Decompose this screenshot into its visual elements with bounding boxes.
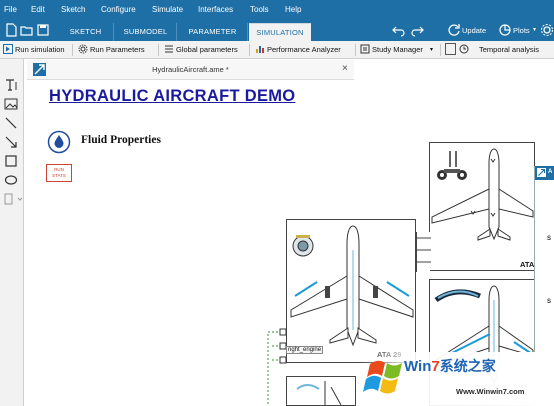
- document-title: HydraulicAircraft.ame *: [152, 65, 229, 74]
- engine-panel[interactable]: [286, 376, 356, 406]
- performance-analyzer-label: Performance Analyzer: [267, 45, 341, 54]
- document-window-titlebar: HydraulicAircraft.ame * ×: [27, 60, 354, 80]
- ata32-aircraft-panel[interactable]: ATA: [429, 142, 535, 271]
- menu-help[interactable]: Help: [285, 5, 301, 14]
- plots-button[interactable]: Plots: [513, 23, 530, 38]
- menu-interfaces[interactable]: Interfaces: [198, 5, 233, 14]
- temporal-toggle-icon[interactable]: [445, 43, 456, 55]
- side-label-2: S: [547, 299, 552, 305]
- connection-lines: [267, 328, 287, 406]
- update-button[interactable]: Update: [462, 23, 486, 38]
- ellipse-tool-icon[interactable]: [4, 173, 18, 187]
- menu-file[interactable]: File: [4, 5, 17, 14]
- run-simulation-label: Run simulation: [15, 45, 65, 54]
- tab-submodel[interactable]: SUBMODEL: [115, 23, 177, 41]
- landing-gear-aircraft-icon: [431, 148, 534, 241]
- watermark-seven: 7: [431, 358, 440, 375]
- tab-sketch[interactable]: SKETCH: [58, 23, 114, 41]
- temporal-analysis-button[interactable]: Temporal analysis: [459, 43, 539, 57]
- redo-icon[interactable]: [410, 23, 424, 37]
- list-icon: [165, 45, 173, 53]
- arrow-tool-icon[interactable]: [4, 135, 18, 149]
- open-folder-icon[interactable]: [20, 23, 34, 37]
- fluid-properties-icon[interactable]: [47, 130, 71, 154]
- tab-parameter[interactable]: PARAMETER: [178, 23, 248, 41]
- menu-edit[interactable]: Edit: [31, 5, 45, 14]
- side-subwindow-header: A: [535, 166, 554, 180]
- demo-title: HYDRAULIC AIRCRAFT DEMO: [49, 87, 296, 105]
- tab-simulation[interactable]: SIMULATION: [249, 23, 311, 41]
- run-stats-block[interactable]: RUN STATS: [46, 164, 72, 182]
- amesim-logo-icon: [537, 168, 546, 177]
- ata29-aircraft-panel[interactable]: ATA 29: [286, 219, 416, 363]
- global-parameters-button[interactable]: Global parameters: [164, 43, 238, 57]
- study-manager-dropdown-chevron-icon[interactable]: ▾: [430, 43, 433, 57]
- toolbar-divider: [355, 44, 356, 56]
- drawing-palette: [0, 59, 24, 406]
- settings-icon[interactable]: [540, 23, 554, 37]
- plots-icon[interactable]: [498, 23, 512, 37]
- plots-dropdown-chevron-icon[interactable]: ▾: [533, 23, 536, 38]
- clock-icon: [459, 44, 469, 54]
- run-parameters-label: Run Parameters: [90, 45, 145, 54]
- run-stats-line2: STATS: [52, 173, 66, 178]
- rectangle-tool-icon[interactable]: [4, 154, 18, 168]
- run-simulation-button[interactable]: Run simulation: [3, 43, 65, 57]
- simulation-toolbar: Run simulation Run Parameters Global par…: [0, 41, 554, 59]
- watermark-win: Win: [404, 358, 432, 375]
- aircraft-top-view-icon: [290, 225, 414, 347]
- toolbar-divider: [72, 44, 73, 56]
- ata32-label: ATA: [520, 260, 535, 269]
- menu-simulate[interactable]: Simulate: [152, 5, 183, 14]
- study-manager-label: Study Manager: [372, 45, 423, 54]
- side-subwindow-title: A: [548, 169, 553, 175]
- style-tool-icon[interactable]: [4, 192, 24, 206]
- menu-configure[interactable]: Configure: [101, 5, 136, 14]
- bar-chart-icon: [256, 46, 264, 53]
- right-engine-tag[interactable]: right_engine: [286, 346, 324, 354]
- study-manager-button[interactable]: Study Manager: [360, 43, 423, 57]
- global-parameters-label: Global parameters: [176, 45, 238, 54]
- watermark-url: Www.Winwin7.com: [456, 387, 525, 396]
- engine-icon: [296, 381, 342, 405]
- line-tool-icon[interactable]: [4, 116, 18, 130]
- image-tool-icon[interactable]: [4, 97, 18, 111]
- undo-icon[interactable]: [392, 23, 406, 37]
- run-parameters-button[interactable]: Run Parameters: [78, 43, 145, 57]
- study-icon: [360, 44, 370, 54]
- toolbar-divider: [440, 44, 441, 56]
- fluid-properties-label: Fluid Properties: [81, 134, 161, 146]
- run-icon: [3, 44, 13, 54]
- gear-icon: [78, 44, 88, 54]
- new-file-icon[interactable]: [4, 23, 18, 37]
- text-tool-icon[interactable]: [4, 78, 18, 92]
- connector-ticks: [417, 237, 431, 263]
- performance-analyzer-button[interactable]: Performance Analyzer: [255, 43, 341, 57]
- watermark-site-name: 系统之家: [439, 359, 496, 375]
- refresh-icon[interactable]: [447, 23, 461, 37]
- close-icon[interactable]: ×: [342, 63, 348, 74]
- ribbon-tab-bar: SKETCH SUBMODEL PARAMETER SIMULATION Upd…: [0, 20, 554, 41]
- menu-bar: File Edit Sketch Configure Simulate Inte…: [0, 0, 554, 20]
- menu-tools[interactable]: Tools: [250, 5, 269, 14]
- side-label-1: S: [547, 236, 552, 242]
- save-icon[interactable]: [36, 23, 50, 37]
- temporal-analysis-label: Temporal analysis: [479, 45, 540, 54]
- watermark-title: Win7系统之家: [404, 356, 496, 376]
- panel-connector: [416, 232, 431, 272]
- toolbar-divider: [158, 44, 159, 56]
- toolbar-divider: [249, 44, 250, 56]
- menu-sketch[interactable]: Sketch: [61, 5, 85, 14]
